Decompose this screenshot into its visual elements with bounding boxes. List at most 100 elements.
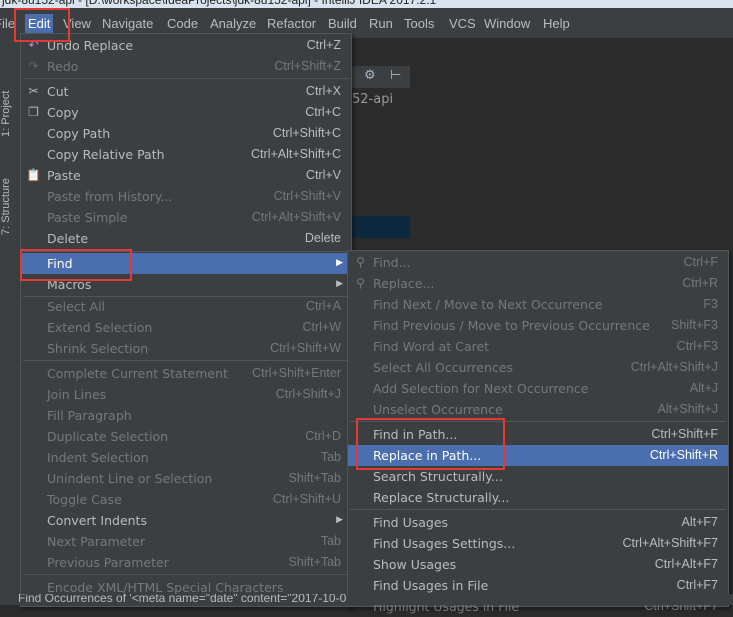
gear-icon[interactable]: ⚙ — [364, 68, 376, 83]
submenu-item-find[interactable]: ⚲ Find... Ctrl+F — [348, 252, 728, 273]
status-text: Find Occurrences of '<meta name="date" c… — [18, 594, 347, 605]
submenu-item-find-word-at-caret[interactable]: Find Word at Caret Ctrl+F3 — [348, 336, 728, 357]
menu-item-shortcut: Ctrl+Alt+Shift+J — [630, 360, 718, 374]
menu-item-shortcut: Ctrl+Alt+F7 — [654, 557, 718, 571]
menu-item-redo[interactable]: ↷ Redo Ctrl+Shift+Z — [21, 56, 351, 77]
editor-area — [410, 66, 733, 250]
submenu-item-select-all-occurrences[interactable]: Select All Occurrences Ctrl+Alt+Shift+J — [348, 357, 728, 378]
menu-item-paste-from-history[interactable]: Paste from History... Ctrl+Shift+V — [21, 186, 351, 207]
tool-window-strip: 1: Project 7: Structure — [0, 38, 15, 605]
menu-item-shortcut: Tab — [320, 450, 341, 464]
selected-tree-row — [350, 216, 410, 238]
menu-item-shortcut: Ctrl+Shift+F — [651, 427, 718, 441]
menu-vcs[interactable]: VCS — [446, 14, 479, 33]
menu-item-label: Next Parameter — [47, 534, 146, 549]
tab-project[interactable]: 1: Project — [0, 74, 14, 154]
menu-separator — [23, 360, 349, 361]
menu-item-shortcut: Ctrl+Alt+Shift+V — [251, 210, 341, 224]
menu-item-previous-parameter[interactable]: Previous Parameter Shift+Tab — [21, 552, 351, 573]
pin-icon[interactable]: ⊢ — [390, 68, 401, 83]
menu-run[interactable]: Run — [366, 14, 396, 33]
menu-item-label: Find Next / Move to Next Occurrence — [373, 297, 603, 312]
menu-item-next-parameter[interactable]: Next Parameter Tab — [21, 531, 351, 552]
menu-item-shortcut: Ctrl+D — [305, 429, 341, 443]
menu-separator — [350, 509, 726, 510]
menu-item-unindent[interactable]: Unindent Line or Selection Shift+Tab — [21, 468, 351, 489]
tab-structure[interactable]: 7: Structure — [0, 162, 14, 252]
undo-icon: ↶ — [28, 38, 39, 52]
menu-item-duplicate-selection[interactable]: Duplicate Selection Ctrl+D — [21, 426, 351, 447]
menu-item-copy-path[interactable]: Copy Path Ctrl+Shift+C — [21, 123, 351, 144]
menu-analyze[interactable]: Analyze — [207, 14, 259, 33]
search-icon: ⚲ — [356, 255, 365, 269]
menu-item-shortcut: Ctrl+Alt+Shift+C — [251, 147, 341, 161]
menu-item-label: Macros — [47, 277, 92, 292]
menu-item-indent-selection[interactable]: Indent Selection Tab — [21, 447, 351, 468]
menu-item-fill-paragraph[interactable]: Fill Paragraph — [21, 405, 351, 426]
menu-item-shortcut: Ctrl+C — [305, 105, 341, 119]
menu-item-label: Find — [47, 256, 73, 271]
menu-item-delete[interactable]: Delete Delete — [21, 228, 351, 249]
submenu-item-find-previous[interactable]: Find Previous / Move to Previous Occurre… — [348, 315, 728, 336]
menu-item-label: Copy Path — [47, 126, 111, 141]
menu-item-shortcut: Alt+Shift+J — [657, 402, 718, 416]
redo-icon: ↷ — [28, 59, 39, 73]
menu-edit[interactable]: Edit — [25, 14, 54, 33]
menu-item-find[interactable]: Find ▶ — [21, 253, 351, 274]
submenu-item-find-next[interactable]: Find Next / Move to Next Occurrence F3 — [348, 294, 728, 315]
menu-item-shortcut: Shift+F3 — [671, 318, 718, 332]
menu-refactor[interactable]: Refactor — [264, 14, 319, 33]
menu-tools[interactable]: Tools — [401, 14, 437, 33]
menu-item-label: Cut — [47, 84, 69, 99]
menu-build[interactable]: Build — [325, 14, 360, 33]
menu-item-label: Copy — [47, 105, 79, 120]
menu-item-label: Find in Path... — [373, 427, 458, 442]
menu-item-macros[interactable]: Macros ▶ — [21, 274, 351, 295]
submenu-item-find-usages-in-file[interactable]: Find Usages in File Ctrl+F7 — [348, 575, 728, 596]
menu-item-label: Replace Structurally... — [373, 490, 510, 505]
submenu-item-find-usages[interactable]: Find Usages Alt+F7 — [348, 512, 728, 533]
menu-item-undo[interactable]: ↶ Undo Replace Ctrl+Z — [21, 35, 351, 56]
menu-item-shortcut: Ctrl+Shift+Z — [274, 59, 341, 73]
menu-item-extend-selection[interactable]: Extend Selection Ctrl+W — [21, 317, 351, 338]
menu-separator — [23, 78, 349, 79]
menu-file[interactable]: File — [0, 14, 18, 33]
menu-navigate[interactable]: Navigate — [99, 14, 156, 33]
menu-item-shrink-selection[interactable]: Shrink Selection Ctrl+Shift+W — [21, 338, 351, 359]
submenu-item-add-selection[interactable]: Add Selection for Next Occurrence Alt+J — [348, 378, 728, 399]
menu-help[interactable]: Help — [540, 14, 573, 33]
menu-item-shortcut: Ctrl+V — [305, 168, 341, 182]
menu-item-shortcut: Ctrl+W — [302, 320, 341, 334]
submenu-item-replace[interactable]: ⚲ Replace... Ctrl+R — [348, 273, 728, 294]
menu-item-shortcut: Ctrl+X — [305, 84, 341, 98]
menu-item-complete-statement[interactable]: Complete Current Statement Ctrl+Shift+En… — [21, 363, 351, 384]
menu-item-paste[interactable]: 📋 Paste Ctrl+V — [21, 165, 351, 186]
menu-item-label: Paste from History... — [47, 189, 173, 204]
menu-item-toggle-case[interactable]: Toggle Case Ctrl+Shift+U — [21, 489, 351, 510]
submenu-item-replace-structurally[interactable]: Replace Structurally... — [348, 487, 728, 508]
menu-item-label: Delete — [47, 231, 89, 246]
project-toolbar: ⚙ ⊢ — [350, 66, 410, 88]
menu-item-convert-indents[interactable]: Convert Indents ▶ — [21, 510, 351, 531]
submenu-item-replace-in-path[interactable]: Replace in Path... Ctrl+Shift+R — [348, 445, 728, 466]
menu-item-shortcut: Ctrl+R — [682, 276, 718, 290]
menu-item-cut[interactable]: ✂ Cut Ctrl+X — [21, 81, 351, 102]
menu-item-select-all[interactable]: Select All Ctrl+A — [21, 296, 351, 317]
submenu-item-unselect-occurrence[interactable]: Unselect Occurrence Alt+Shift+J — [348, 399, 728, 420]
submenu-item-find-in-path[interactable]: Find in Path... Ctrl+Shift+F — [348, 424, 728, 445]
menu-item-label: Replace in Path... — [373, 448, 482, 463]
menu-item-copy-relative-path[interactable]: Copy Relative Path Ctrl+Alt+Shift+C — [21, 144, 351, 165]
menu-view[interactable]: View — [60, 14, 94, 33]
menu-item-label: Find Previous / Move to Previous Occurre… — [373, 318, 650, 333]
menu-window[interactable]: Window — [481, 14, 533, 33]
submenu-item-find-usages-settings[interactable]: Find Usages Settings... Ctrl+Alt+Shift+F… — [348, 533, 728, 554]
menu-item-shortcut: Ctrl+Shift+R — [649, 448, 718, 462]
menu-item-copy[interactable]: ❐ Copy Ctrl+C — [21, 102, 351, 123]
menu-item-paste-simple[interactable]: Paste Simple Ctrl+Alt+Shift+V — [21, 207, 351, 228]
submenu-item-search-structurally[interactable]: Search Structurally... — [348, 466, 728, 487]
menu-item-label: Join Lines — [47, 387, 107, 402]
submenu-item-show-usages[interactable]: Show Usages Ctrl+Alt+F7 — [348, 554, 728, 575]
menu-code[interactable]: Code — [164, 14, 201, 33]
menu-item-shortcut: Delete — [304, 231, 341, 245]
menu-item-join-lines[interactable]: Join Lines Ctrl+Shift+J — [21, 384, 351, 405]
